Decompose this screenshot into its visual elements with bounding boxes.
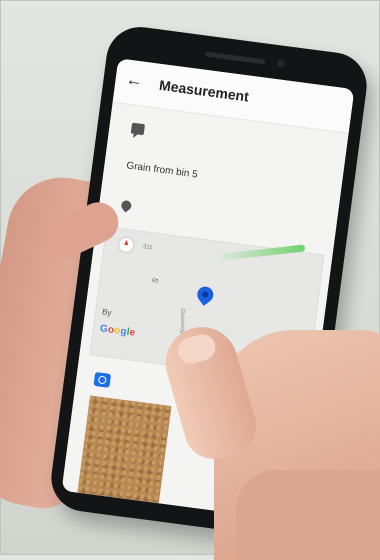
back-arrow-icon[interactable]: ← [124,69,144,91]
comment-icon [130,122,146,136]
camera-icon[interactable] [93,371,112,388]
page-title: Measurement [158,76,250,105]
map-pin-icon [194,283,217,306]
map-road [215,244,306,262]
grain-sample-photo [77,395,172,504]
front-camera [276,59,286,69]
location-pin-icon [119,198,134,213]
map-road-label: S [150,276,161,285]
compass-icon[interactable] [118,237,134,253]
thumbnail [174,331,219,367]
map-small-label: 311 [142,244,153,252]
app-bar: ← Measurement [112,58,355,134]
comment-field[interactable]: Grain from bin 5 [126,160,199,180]
map-attribution-by: By [101,307,113,318]
google-logo: Google [99,323,137,339]
map-street-label: Gleisweg [178,308,186,334]
phone-speaker [205,51,266,65]
right-palm [236,470,380,560]
